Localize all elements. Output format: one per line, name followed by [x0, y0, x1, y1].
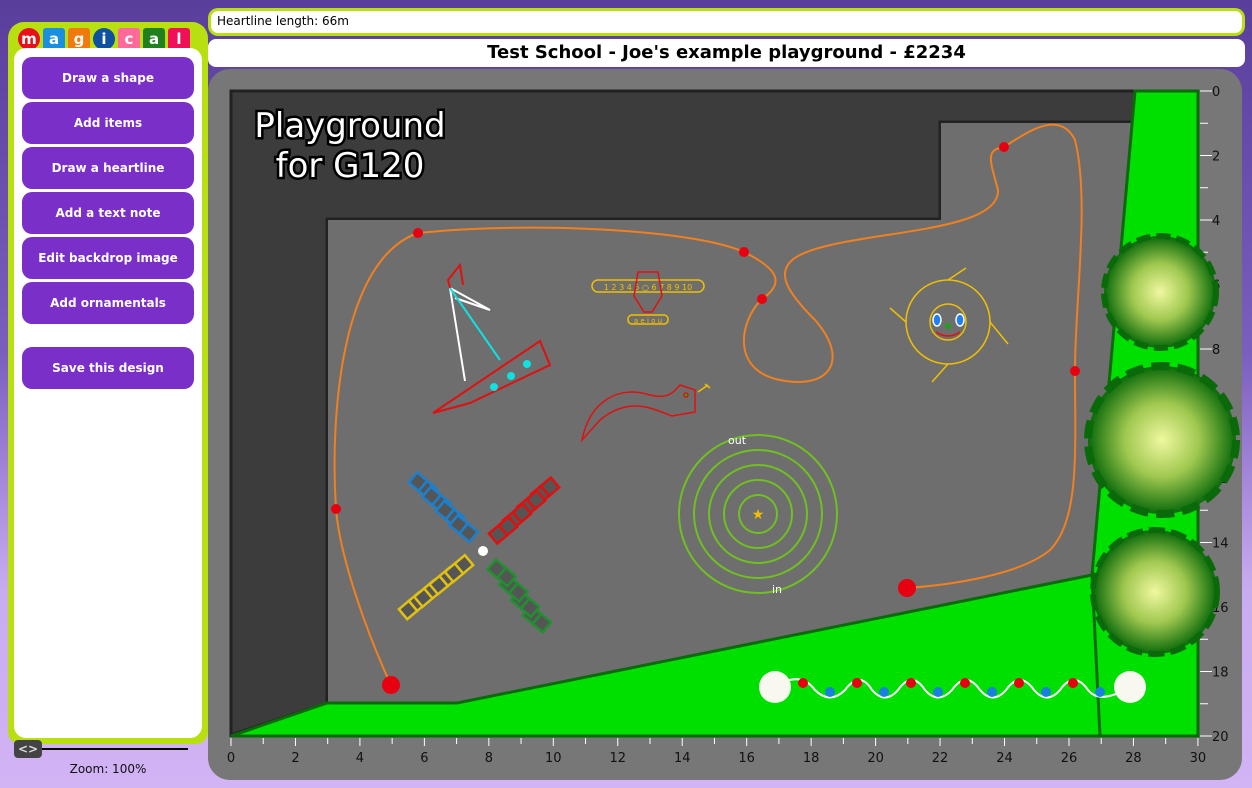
y-tick-label: 14 [1212, 537, 1229, 552]
x-tick-label: 8 [485, 751, 493, 766]
trail-dot [798, 678, 808, 688]
y-tick-label: 8 [1212, 343, 1220, 358]
svg-text:out: out [728, 434, 747, 447]
bush-3[interactable] [1090, 527, 1220, 657]
text-note[interactable]: Playground for G120 [252, 104, 448, 189]
trail-dot [1041, 687, 1051, 697]
trail-dot [879, 687, 889, 697]
trail-dot [987, 687, 997, 697]
bush-1[interactable] [1101, 233, 1219, 351]
x-tick-label: 14 [674, 751, 691, 766]
x-tick-label: 16 [738, 751, 755, 766]
x-tick-label: 0 [227, 751, 235, 766]
x-tick-label: 2 [291, 751, 299, 766]
trail-dot [825, 687, 835, 697]
x-tick-label: 20 [867, 751, 884, 766]
x-tick-label: 26 [1061, 751, 1078, 766]
svg-text:1 2 3 4 5 ○ 6 7 8 9 10: 1 2 3 4 5 ○ 6 7 8 9 10 [604, 283, 692, 292]
svg-text:in: in [772, 583, 782, 596]
trail-dot [933, 687, 943, 697]
y-tick-label: 2 [1212, 150, 1220, 165]
y-tick-label: 0 [1212, 85, 1220, 100]
x-tick-label: 22 [932, 751, 949, 766]
x-tick-label: 6 [420, 751, 428, 766]
design-canvas[interactable]: 0246810121416182022242628300246810121416… [0, 0, 1252, 788]
y-tick-label: 4 [1212, 214, 1220, 229]
trail-dot [852, 678, 862, 688]
trail-dot [1095, 687, 1105, 697]
x-tick-label: 12 [609, 751, 626, 766]
x-tick-label: 4 [356, 751, 364, 766]
y-tick-label: 20 [1212, 730, 1229, 745]
trail-dot [906, 678, 916, 688]
svg-text:★: ★ [752, 507, 765, 523]
x-tick-label: 10 [545, 751, 562, 766]
x-tick-label: 18 [803, 751, 820, 766]
trail-dot [1068, 678, 1078, 688]
x-tick-label: 28 [1125, 751, 1142, 766]
hopscotch-centre [478, 546, 488, 556]
y-tick-label: 18 [1212, 666, 1229, 681]
bush-2[interactable] [1084, 362, 1240, 518]
x-tick-label: 30 [1190, 751, 1207, 766]
trail-dot [1014, 678, 1024, 688]
trail-dot [960, 678, 970, 688]
svg-text:a e i o u: a e i o u [634, 317, 662, 325]
x-tick-label: 24 [996, 751, 1013, 766]
